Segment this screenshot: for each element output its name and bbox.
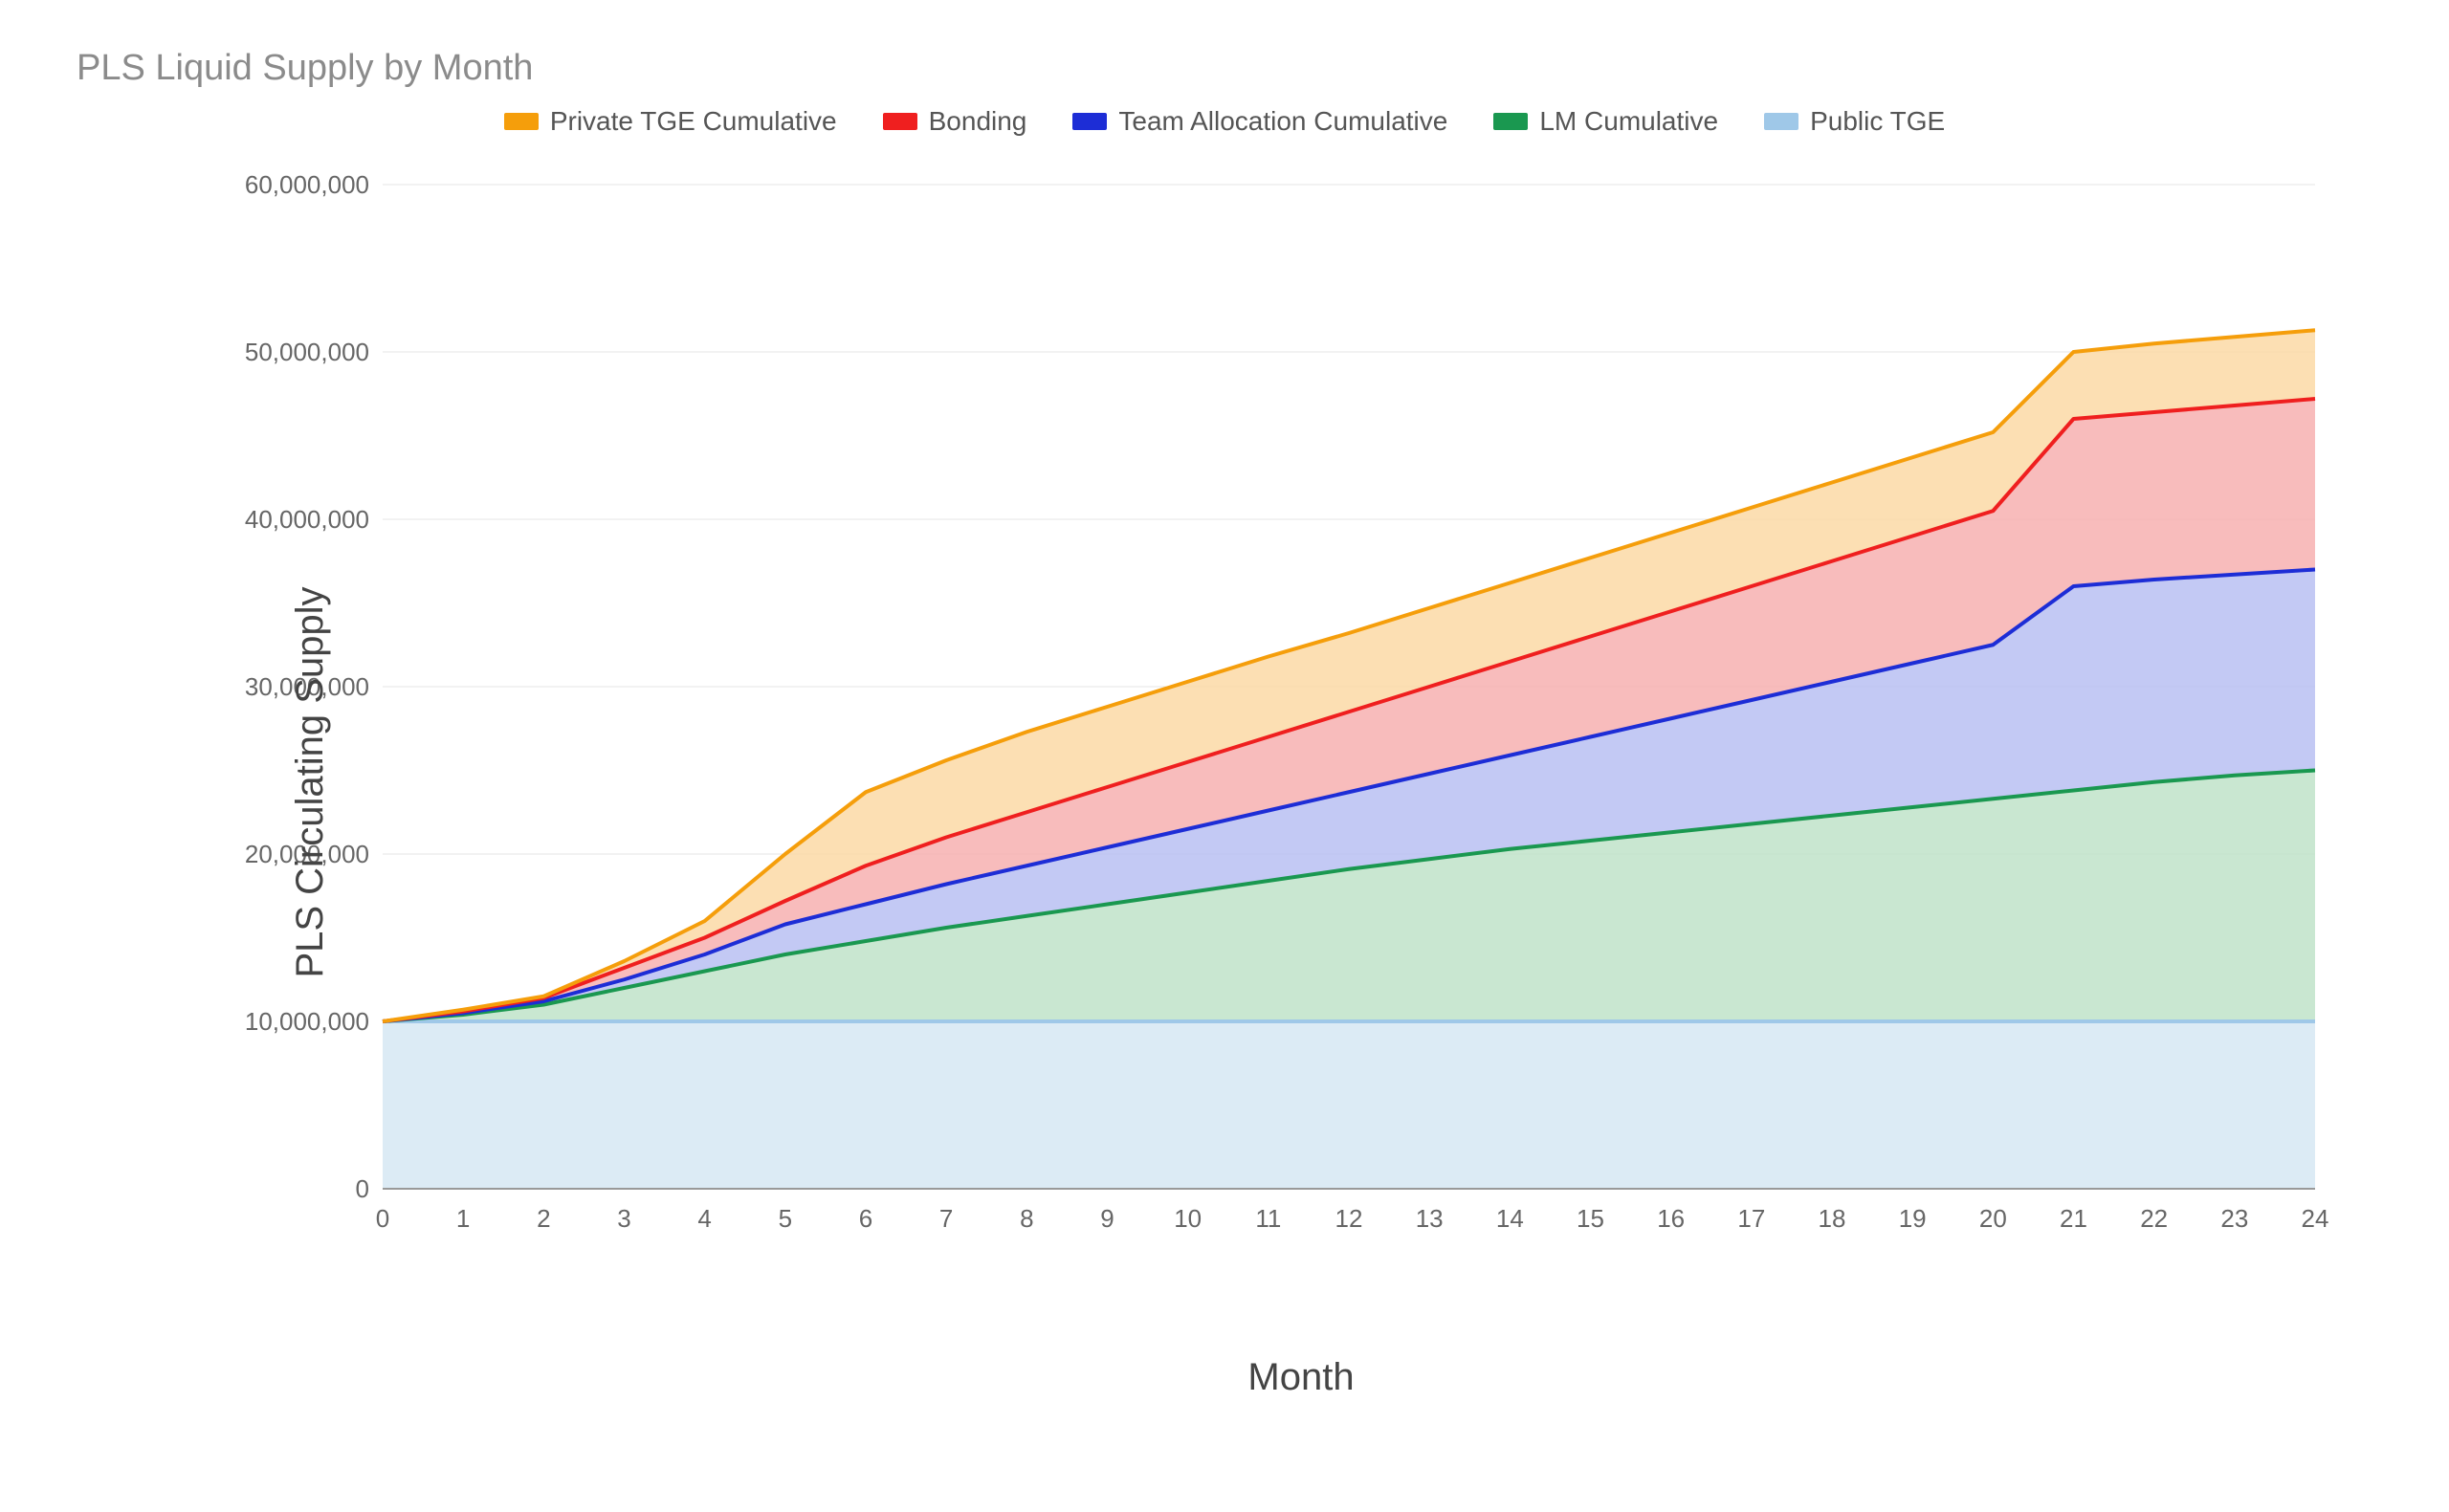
chart-legend: Private TGE Cumulative Bonding Team Allo… (77, 106, 2372, 137)
y-axis-title: PLS Circulating Supply (289, 586, 332, 977)
svg-text:24: 24 (2302, 1204, 2329, 1233)
svg-text:5: 5 (779, 1204, 792, 1233)
legend-swatch-icon (1072, 113, 1107, 130)
x-axis-title: Month (230, 1356, 2372, 1399)
svg-text:14: 14 (1496, 1204, 1524, 1233)
svg-text:8: 8 (1020, 1204, 1033, 1233)
legend-label: Bonding (929, 106, 1027, 137)
legend-item-bonding: Bonding (883, 106, 1027, 137)
legend-item-private-tge: Private TGE Cumulative (504, 106, 837, 137)
svg-text:13: 13 (1416, 1204, 1444, 1233)
svg-text:17: 17 (1737, 1204, 1765, 1233)
svg-text:10: 10 (1174, 1204, 1202, 1233)
legend-swatch-icon (883, 113, 917, 130)
legend-swatch-icon (1764, 113, 1798, 130)
legend-label: Team Allocation Cumulative (1118, 106, 1447, 137)
svg-text:60,000,000: 60,000,000 (245, 170, 369, 199)
svg-text:23: 23 (2220, 1204, 2248, 1233)
legend-item-public-tge: Public TGE (1764, 106, 1945, 137)
svg-text:11: 11 (1255, 1204, 1281, 1233)
svg-text:4: 4 (697, 1204, 711, 1233)
legend-swatch-icon (504, 113, 539, 130)
chart-container: PLS Liquid Supply by Month Private TGE C… (77, 48, 2372, 1399)
svg-text:15: 15 (1577, 1204, 1604, 1233)
legend-label: Public TGE (1810, 106, 1945, 137)
svg-text:3: 3 (617, 1204, 630, 1233)
svg-text:18: 18 (1819, 1204, 1846, 1233)
svg-text:22: 22 (2140, 1204, 2168, 1233)
svg-text:19: 19 (1899, 1204, 1927, 1233)
svg-text:1: 1 (456, 1204, 470, 1233)
plot-area: PLS Circulating Supply 010,000,00020,000… (230, 165, 2372, 1399)
chart-svg: 010,000,00020,000,00030,000,00040,000,00… (230, 165, 2334, 1265)
legend-label: LM Cumulative (1539, 106, 1718, 137)
svg-text:10,000,000: 10,000,000 (245, 1007, 369, 1036)
svg-text:20: 20 (1979, 1204, 2007, 1233)
svg-text:7: 7 (939, 1204, 953, 1233)
svg-text:9: 9 (1100, 1204, 1114, 1233)
svg-text:2: 2 (537, 1204, 550, 1233)
chart-title: PLS Liquid Supply by Month (77, 48, 2372, 89)
svg-text:16: 16 (1657, 1204, 1685, 1233)
svg-text:0: 0 (356, 1174, 369, 1203)
legend-item-lm: LM Cumulative (1493, 106, 1718, 137)
svg-text:12: 12 (1335, 1204, 1363, 1233)
svg-text:40,000,000: 40,000,000 (245, 505, 369, 534)
svg-text:50,000,000: 50,000,000 (245, 338, 369, 366)
svg-text:21: 21 (2060, 1204, 2087, 1233)
svg-text:6: 6 (859, 1204, 872, 1233)
legend-item-team: Team Allocation Cumulative (1072, 106, 1447, 137)
legend-swatch-icon (1493, 113, 1528, 130)
svg-text:0: 0 (376, 1204, 389, 1233)
legend-label: Private TGE Cumulative (550, 106, 837, 137)
